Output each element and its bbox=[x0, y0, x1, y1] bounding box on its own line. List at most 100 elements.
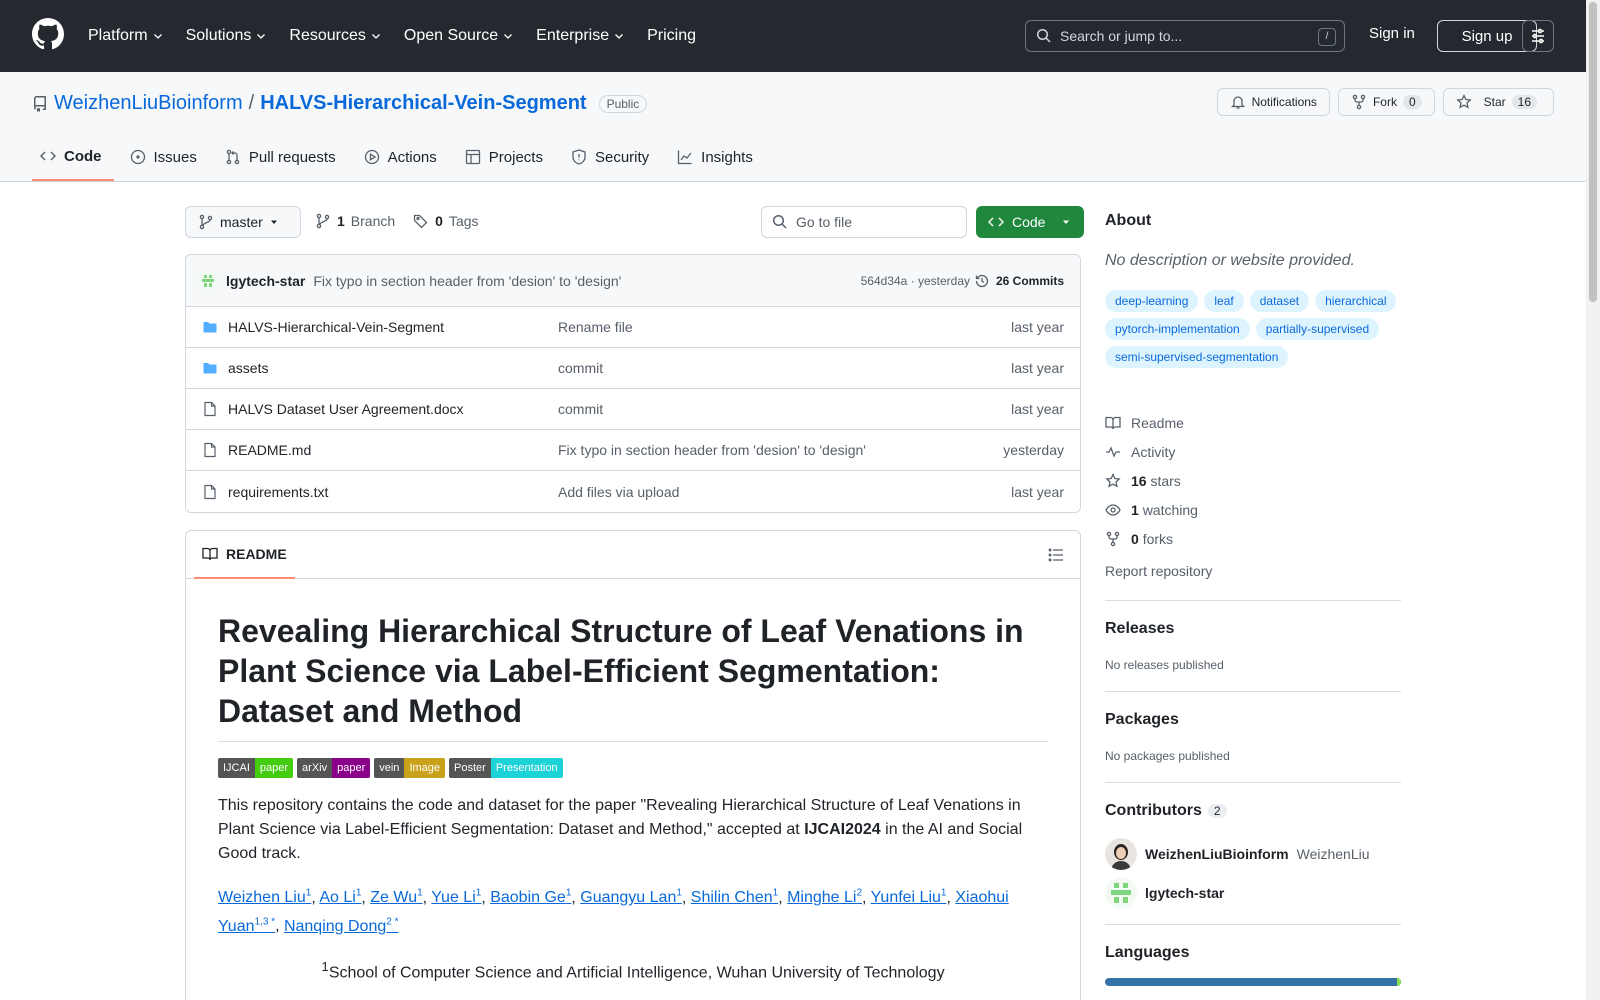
chevron-down-icon bbox=[504, 34, 513, 39]
commit-author-link[interactable]: lgytech-star bbox=[226, 273, 305, 289]
global-header: Platform Solutions Resources Open Source… bbox=[0, 0, 1586, 72]
file-name-link[interactable]: assets bbox=[228, 360, 558, 376]
sidebar-divider bbox=[1105, 782, 1401, 783]
author-link[interactable]: Ao Li1 bbox=[319, 888, 361, 906]
file-commit-message[interactable]: Rename file bbox=[558, 319, 633, 335]
topic-tag[interactable]: leaf bbox=[1204, 290, 1244, 312]
contributor-item[interactable]: WeizhenLiuBioinform WeizhenLiu bbox=[1105, 838, 1370, 870]
readme-content: Revealing Hierarchical Structure of Leaf… bbox=[186, 579, 1080, 985]
forks-link[interactable]: 0 forks bbox=[1105, 524, 1198, 553]
branch-select-button[interactable]: master bbox=[185, 206, 301, 238]
file-row[interactable]: README.md Fix typo in section header fro… bbox=[186, 430, 1080, 471]
file-name-link[interactable]: HALVS-Hierarchical-Vein-Segment bbox=[228, 319, 558, 335]
file-commit-message[interactable]: commit bbox=[558, 360, 603, 376]
badge-vein[interactable]: vein Image bbox=[374, 758, 446, 778]
badge-poster[interactable]: Poster Presentation bbox=[449, 758, 563, 778]
nav-open-source[interactable]: Open Source bbox=[404, 27, 522, 45]
branch-tag-info: 1 Branch 0 Tags bbox=[315, 213, 479, 229]
scrollbar-thumb[interactable] bbox=[1589, 2, 1597, 302]
nav-resources[interactable]: Resources bbox=[289, 27, 389, 45]
author-link[interactable]: Ze Wu1 bbox=[370, 888, 422, 906]
code-button[interactable]: Code bbox=[976, 206, 1084, 238]
github-logo-icon[interactable] bbox=[32, 18, 64, 50]
tab-code[interactable]: Code bbox=[32, 133, 114, 181]
commits-history-link[interactable]: 26 Commits bbox=[974, 273, 1064, 289]
readme-link[interactable]: Readme bbox=[1105, 408, 1198, 437]
activity-link[interactable]: Activity bbox=[1105, 437, 1198, 466]
star-button[interactable]: Star 16 bbox=[1442, 88, 1554, 116]
file-commit-message[interactable]: Fix typo in section header from 'desion'… bbox=[558, 442, 866, 458]
commit-message-link[interactable]: Fix typo in section header from 'desion'… bbox=[313, 273, 621, 289]
author-link[interactable]: Baobin Ge1 bbox=[490, 888, 571, 906]
author-link[interactable]: Yunfei Liu1 bbox=[871, 888, 947, 906]
topic-tag[interactable]: semi-supervised-segmentation bbox=[1105, 346, 1289, 368]
chevron-down-icon bbox=[615, 34, 624, 39]
branches-link[interactable]: 1 Branch bbox=[315, 213, 395, 229]
badge-ijcai[interactable]: IJCAI paper bbox=[218, 758, 294, 778]
list-unordered-icon[interactable] bbox=[1048, 547, 1064, 563]
packages-heading[interactable]: Packages bbox=[1105, 711, 1179, 729]
tab-security[interactable]: Security bbox=[563, 133, 661, 181]
branch-icon bbox=[199, 214, 213, 230]
repo-name-link[interactable]: HALVS-Hierarchical-Vein-Segment bbox=[260, 92, 586, 115]
author-link[interactable]: Nanqing Dong2 * bbox=[284, 916, 399, 934]
tags-link[interactable]: 0 Tags bbox=[413, 213, 479, 229]
branch-name: master bbox=[220, 214, 263, 230]
repo-owner-link[interactable]: WeizhenLiuBioinform bbox=[54, 92, 243, 115]
file-row[interactable]: assets commit last year bbox=[186, 348, 1080, 389]
tab-insights[interactable]: Insights bbox=[669, 133, 765, 181]
readme-tab[interactable]: README bbox=[194, 531, 295, 579]
topic-tag[interactable]: hierarchical bbox=[1315, 290, 1397, 312]
graph-icon bbox=[678, 150, 692, 165]
notifications-button[interactable]: Notifications bbox=[1216, 88, 1330, 116]
file-name-link[interactable]: README.md bbox=[228, 442, 558, 458]
commit-hash-time[interactable]: 564d34a · yesterday bbox=[861, 274, 970, 288]
topic-tag[interactable]: pytorch-implementation bbox=[1105, 318, 1250, 340]
topic-tag[interactable]: deep-learning bbox=[1105, 290, 1199, 312]
file-name-link[interactable]: requirements.txt bbox=[228, 484, 558, 500]
tab-projects[interactable]: Projects bbox=[457, 133, 555, 181]
file-row[interactable]: HALVS Dataset User Agreement.docx commit… bbox=[186, 389, 1080, 430]
nav-enterprise-label: Enterprise bbox=[536, 27, 610, 44]
fork-icon bbox=[1106, 531, 1120, 546]
author-link[interactable]: Shilin Chen1 bbox=[691, 888, 778, 906]
badge-arxiv[interactable]: arXiv paper bbox=[297, 758, 371, 778]
nav-platform[interactable]: Platform bbox=[88, 27, 172, 45]
releases-heading[interactable]: Releases bbox=[1105, 620, 1174, 638]
shield-icon bbox=[572, 149, 586, 165]
file-name-link[interactable]: HALVS Dataset User Agreement.docx bbox=[228, 401, 558, 417]
tab-pull-requests[interactable]: Pull requests bbox=[217, 133, 348, 181]
author-link[interactable]: Minghe Li2 bbox=[787, 888, 862, 906]
code-button-label: Code bbox=[1012, 214, 1046, 230]
file-commit-message[interactable]: commit bbox=[558, 401, 603, 417]
fork-button[interactable]: Fork 0 bbox=[1337, 88, 1435, 116]
file-row[interactable]: HALVS-Hierarchical-Vein-Segment Rename f… bbox=[186, 307, 1080, 348]
topic-tag[interactable]: partially-supervised bbox=[1255, 318, 1380, 340]
search-input[interactable]: Search or jump to... / bbox=[1025, 20, 1345, 52]
author-link[interactable]: Yue Li1 bbox=[431, 888, 481, 906]
nav-pricing[interactable]: Pricing bbox=[647, 27, 704, 45]
report-repository-link[interactable]: Report repository bbox=[1105, 563, 1212, 579]
nav-enterprise[interactable]: Enterprise bbox=[536, 27, 633, 45]
tab-actions[interactable]: Actions bbox=[356, 133, 449, 181]
avatar[interactable] bbox=[198, 270, 218, 291]
repository-header: WeizhenLiuBioinform / HALVS-Hierarchical… bbox=[0, 72, 1586, 182]
contributor-item[interactable]: lgytech-star bbox=[1105, 877, 1224, 909]
sign-in-link[interactable]: Sign in bbox=[1369, 25, 1415, 42]
command-menu-button[interactable] bbox=[1522, 20, 1554, 52]
star-icon bbox=[1455, 94, 1472, 109]
file-commit-message[interactable]: Add files via upload bbox=[558, 484, 679, 500]
sidebar-divider bbox=[1105, 924, 1401, 925]
page-scrollbar[interactable] bbox=[1586, 0, 1600, 1000]
contributors-heading[interactable]: Contributors 2 bbox=[1105, 802, 1227, 820]
identicon-icon bbox=[1105, 877, 1137, 909]
tab-issues[interactable]: Issues bbox=[122, 133, 209, 181]
topic-tag[interactable]: dataset bbox=[1249, 290, 1310, 312]
author-link[interactable]: Weizhen Liu1 bbox=[218, 888, 311, 906]
nav-solutions[interactable]: Solutions bbox=[186, 27, 276, 45]
stars-link[interactable]: 16 stars bbox=[1105, 466, 1198, 495]
file-row[interactable]: requirements.txt Add files via upload la… bbox=[186, 471, 1080, 512]
go-to-file-input[interactable]: Go to file bbox=[761, 206, 967, 238]
author-link[interactable]: Guangyu Lan1 bbox=[580, 888, 682, 906]
watchers-link[interactable]: 1 watching bbox=[1105, 495, 1198, 524]
